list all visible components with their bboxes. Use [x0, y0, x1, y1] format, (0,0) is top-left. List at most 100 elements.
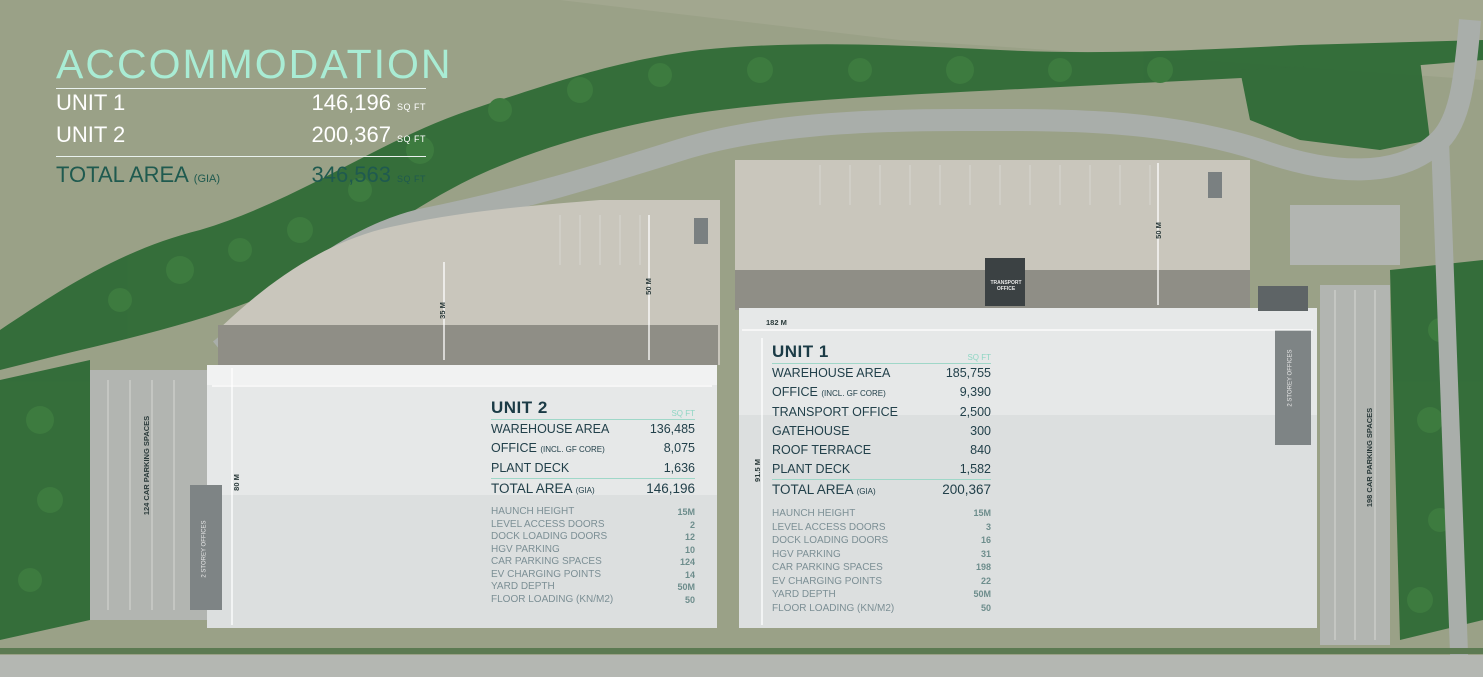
area-row: OFFICE (INCL. GF CORE) 9,390: [772, 383, 991, 403]
transport-office-label: TRANSPORT OFFICE: [990, 280, 1022, 292]
unit-2-schedule: UNIT 2 SQ FT WAREHOUSE AREA 136,485 OFFICE…: [491, 398, 695, 606]
area-value: 1,636: [663, 461, 695, 475]
total-label: TOTAL AREA: [56, 162, 188, 187]
spec-value: 15M: [677, 507, 695, 517]
u2-parking-label: 124 CAR PARKING SPACES: [142, 415, 152, 516]
spec-label: LEVEL ACCESS DOORS: [491, 518, 605, 530]
accommodation-summary: ACCOMMODATION UNIT 1 146,196 SQ FT UNIT 2…: [56, 40, 453, 193]
spec-row: LEVEL ACCESS DOORS 2: [491, 519, 695, 532]
total-label: TOTAL AREA: [491, 481, 572, 496]
accommodation-title: ACCOMMODATION: [56, 41, 453, 87]
area-row: TRANSPORT OFFICE 2,500: [772, 403, 991, 422]
spec-value: 50: [980, 602, 991, 613]
spec-value: 31: [980, 548, 991, 559]
area-row: PLANT DECK 1,582: [772, 460, 991, 479]
total-label-small: (GIA): [575, 486, 595, 495]
spec-row: YARD DEPTH 50M: [491, 581, 695, 594]
spec-row: FLOOR LOADING (KN/M2) 50: [772, 602, 991, 616]
spec-label: DOCK LOADING DOORS: [491, 531, 608, 542]
total-label: TOTAL AREA: [772, 482, 853, 497]
spec-row: EV CHARGING POINTS 14: [491, 569, 695, 582]
divider: [56, 156, 426, 157]
dim-u2-depth: 80 M: [231, 474, 241, 491]
dim-u2-yard-50: 50 M: [643, 278, 653, 295]
unit-1-schedule: UNIT 1 SQ FT WAREHOUSE AREA 185,755 OFFICE…: [772, 342, 991, 615]
row-label: UNIT 1: [56, 90, 126, 115]
spec-label: FLOOR LOADING (KN/M2): [491, 593, 614, 605]
accommodation-row-unit-2: UNIT 2 200,367 SQ FT: [56, 121, 426, 153]
spec-row: DOCK LOADING DOORS 12: [491, 531, 695, 544]
spec-row: HGV PARKING 10: [491, 544, 695, 557]
unit-label: SQ FT: [397, 134, 426, 144]
area-label-small: (INCL. GF CORE): [540, 445, 605, 454]
spec-value: 14: [684, 569, 695, 580]
spec-value: 50M: [677, 582, 695, 592]
area-label: TRANSPORT OFFICE: [772, 405, 898, 419]
spec-label: HGV PARKING: [491, 543, 560, 555]
total-row: TOTAL AREA (GIA) 146,196: [491, 478, 695, 500]
unit-label: SQ FT: [967, 353, 991, 362]
u1-offices-label: 2 STOREY OFFICES: [1287, 349, 1294, 407]
accommodation-total: TOTAL AREA (GIA) 346,563 SQ FT: [56, 161, 426, 193]
gatehouse-unit-2: [694, 218, 708, 244]
spec-value: 10: [684, 544, 695, 555]
spec-label: YARD DEPTH: [772, 589, 836, 600]
spec-value: 16: [980, 535, 991, 545]
spec-value: 50: [684, 594, 695, 605]
spec-value: 15M: [973, 508, 991, 518]
total-label-small: (GIA): [193, 173, 221, 185]
accommodation-row-unit-1: UNIT 1 146,196 SQ FT: [56, 89, 426, 121]
spec-label: YARD DEPTH: [491, 581, 555, 592]
spec-row: DOCK LOADING DOORS 16: [772, 534, 991, 548]
area-value: 1,582: [959, 462, 991, 476]
spec-row: EV CHARGING POINTS 22: [772, 575, 991, 589]
area-label: PLANT DECK: [491, 461, 570, 475]
area-row: PLANT DECK 1,636: [491, 459, 695, 478]
total-value: 200,367: [942, 482, 991, 497]
area-label: GATEHOUSE: [772, 424, 850, 438]
spec-value: 2: [689, 519, 695, 530]
spec-row: HAUNCH HEIGHT 15M: [491, 506, 695, 519]
spec-label: HAUNCH HEIGHT: [772, 508, 856, 519]
spec-label: CAR PARKING SPACES: [491, 556, 602, 567]
dim-u1-width: 182 M: [766, 318, 787, 327]
spec-value: 124: [679, 557, 695, 567]
u2-offices-label: 2 STOREY OFFICES: [201, 520, 208, 578]
spec-value: 12: [684, 532, 695, 542]
spec-row: YARD DEPTH 50M: [772, 588, 991, 602]
spec-row: CAR PARKING SPACES 198: [772, 561, 991, 575]
dim-u1-yard-50: 50 M: [1153, 222, 1163, 239]
area-label: WAREHOUSE AREA: [491, 422, 610, 436]
spec-label: EV CHARGING POINTS: [491, 568, 602, 580]
area-value: 300: [970, 424, 991, 438]
area-row: GATEHOUSE 300: [772, 422, 991, 441]
area-label: ROOF TERRACE: [772, 443, 872, 457]
area-label: OFFICE: [772, 385, 818, 399]
u1-parking-label: 198 CAR PARKING SPACES: [1365, 407, 1375, 508]
row-value: 200,367: [311, 122, 391, 147]
spec-label: EV CHARGING POINTS: [772, 575, 883, 587]
area-value: 9,390: [959, 385, 991, 399]
spec-value: 198: [975, 562, 991, 572]
spec-row: HGV PARKING 31: [772, 548, 991, 562]
row-label: UNIT 2: [56, 122, 126, 147]
schedule-header: UNIT 1 SQ FT: [772, 342, 991, 364]
area-row: ROOF TERRACE 840: [772, 441, 991, 460]
area-row: WAREHOUSE AREA 185,755: [772, 364, 991, 383]
total-row: TOTAL AREA (GIA) 200,367: [772, 479, 991, 501]
spec-row: LEVEL ACCESS DOORS 3: [772, 521, 991, 535]
unit-label: SQ FT: [671, 409, 695, 418]
spec-label: LEVEL ACCESS DOORS: [772, 521, 886, 533]
unit-label: SQ FT: [397, 174, 426, 184]
spec-label: DOCK LOADING DOORS: [772, 535, 889, 546]
area-row: OFFICE (INCL. GF CORE) 8,075: [491, 439, 695, 459]
area-label-small: (INCL. GF CORE): [821, 389, 886, 398]
unit-label: SQ FT: [397, 102, 426, 112]
spec-label: FLOOR LOADING (KN/M2): [772, 602, 895, 614]
area-label: PLANT DECK: [772, 462, 851, 476]
spec-value: 22: [980, 575, 991, 586]
area-value: 840: [970, 443, 991, 457]
area-value: 136,485: [649, 422, 695, 436]
spec-row: CAR PARKING SPACES 124: [491, 556, 695, 569]
schedule-header: UNIT 2 SQ FT: [491, 398, 695, 420]
